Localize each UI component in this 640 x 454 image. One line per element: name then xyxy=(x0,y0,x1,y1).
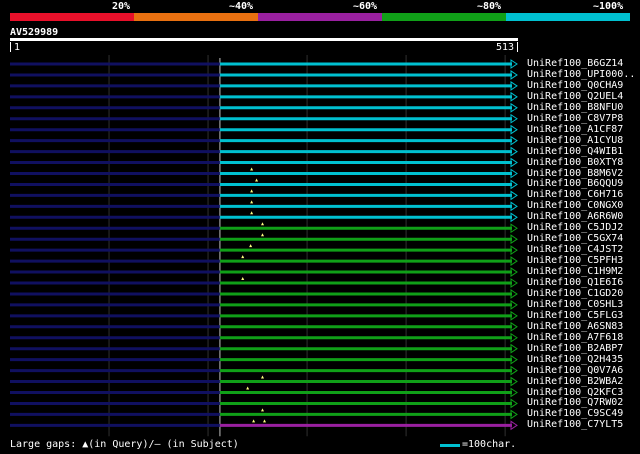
hit-label[interactable]: UniRef100_C7YLT5 xyxy=(527,419,623,430)
hit-label[interactable]: UniRef100_A7F618 xyxy=(527,332,623,343)
hit-label[interactable]: UniRef100_UPI000.. xyxy=(527,69,635,80)
hit-label[interactable]: UniRef100_C4JST2 xyxy=(527,244,623,255)
gaps-legend: Large gaps: ▲(in Query)/– (in Subject) xyxy=(10,439,239,450)
hit-label[interactable]: UniRef100_Q4WIB1 xyxy=(527,146,623,157)
hit-label[interactable]: UniRef100_Q0CHA9 xyxy=(527,80,623,91)
hit-label[interactable]: UniRef100_C5PFH3 xyxy=(527,255,623,266)
hit-label[interactable]: UniRef100_A1CF87 xyxy=(527,124,623,135)
gap-marker xyxy=(261,222,265,226)
hit-label[interactable]: UniRef100_A6R6W0 xyxy=(527,211,623,222)
hit-label[interactable]: UniRef100_B8M6V2 xyxy=(527,168,623,179)
hit-label[interactable]: UniRef100_B6QQU9 xyxy=(527,178,623,189)
hit-label[interactable]: UniRef100_C0SHL3 xyxy=(527,299,623,310)
scale-label: =100char. xyxy=(462,439,517,450)
hit-label[interactable]: UniRef100_Q2UEL4 xyxy=(527,91,623,102)
hit-label[interactable]: UniRef100_Q2KFC3 xyxy=(527,387,623,398)
gap-marker xyxy=(250,200,254,204)
hit-label[interactable]: UniRef100_C5FLG3 xyxy=(527,310,623,321)
gap-marker xyxy=(241,255,245,259)
hit-label[interactable]: UniRef100_C1H9M2 xyxy=(527,266,623,277)
hit-label[interactable]: UniRef100_Q1E6I6 xyxy=(527,277,623,288)
gap-marker xyxy=(241,277,245,280)
hit-label[interactable]: UniRef100_C1GD20 xyxy=(527,288,623,299)
hit-label[interactable]: UniRef100_A1CYU8 xyxy=(527,135,623,146)
gap-marker xyxy=(261,375,265,379)
gap-marker xyxy=(250,167,254,171)
hit-label[interactable]: UniRef100_B2ABP7 xyxy=(527,343,623,354)
gap-marker xyxy=(249,244,253,248)
hit-label[interactable]: UniRef100_C0NGX0 xyxy=(527,200,623,211)
gap-marker xyxy=(261,408,265,412)
hit-label[interactable]: UniRef100_B2WBA2 xyxy=(527,376,623,387)
gap-marker xyxy=(255,178,259,182)
hit-label[interactable]: UniRef100_C6H716 xyxy=(527,189,623,200)
hit-label[interactable]: UniRef100_B6GZ14 xyxy=(527,58,623,69)
scale-bar xyxy=(440,444,460,447)
gap-marker xyxy=(246,386,250,390)
gap-marker xyxy=(250,211,254,215)
hit-label[interactable]: UniRef100_B8NFU0 xyxy=(527,102,623,113)
hit-label[interactable]: UniRef100_Q2H435 xyxy=(527,354,623,365)
hit-label[interactable]: UniRef100_C9SC49 xyxy=(527,408,623,419)
gap-marker xyxy=(250,189,254,193)
gap-marker xyxy=(252,419,256,423)
hit-label[interactable]: UniRef100_Q7RW02 xyxy=(527,397,623,408)
gap-marker xyxy=(261,233,265,237)
gap-marker xyxy=(262,419,266,423)
hit-label[interactable]: UniRef100_B0XTY8 xyxy=(527,157,623,168)
hit-label[interactable]: UniRef100_A6SN83 xyxy=(527,321,623,332)
hit-label[interactable]: UniRef100_C5JDJ2 xyxy=(527,222,623,233)
hit-label[interactable]: UniRef100_C5GX74 xyxy=(527,233,623,244)
hit-label[interactable]: UniRef100_C8V7P8 xyxy=(527,113,623,124)
hit-label[interactable]: UniRef100_Q0V7A6 xyxy=(527,365,623,376)
